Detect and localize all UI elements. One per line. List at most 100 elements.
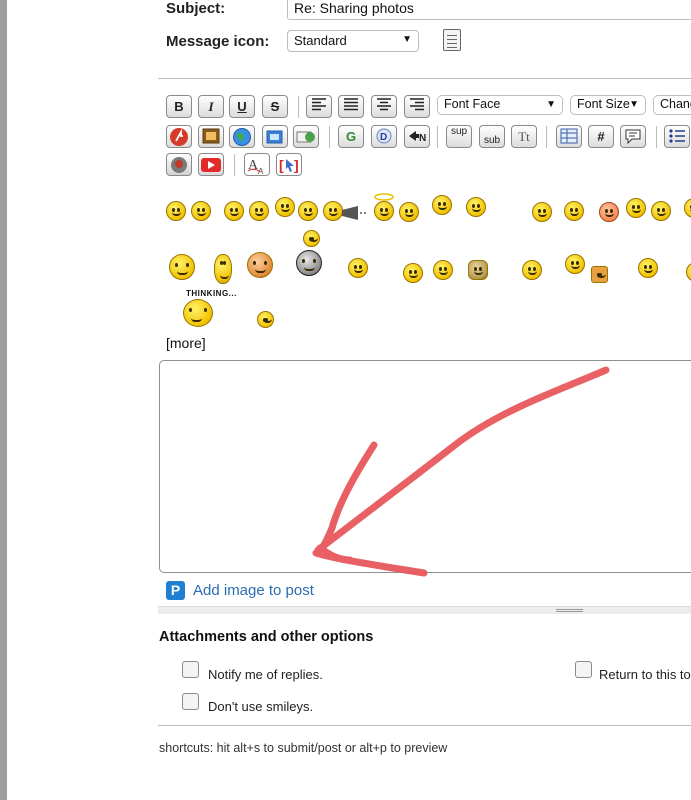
mug-emoji-icon[interactable]	[591, 266, 608, 283]
align-justify-button[interactable]	[338, 95, 364, 118]
code-button[interactable]: #	[588, 125, 614, 148]
clap-emoji-icon[interactable]	[468, 260, 488, 280]
driver-emoji-icon[interactable]	[296, 250, 322, 276]
align-right-button[interactable]	[404, 95, 430, 118]
dropdown-arrow-icon: ▼	[629, 99, 639, 110]
blush-emoji-icon[interactable]	[599, 202, 619, 222]
quote-button[interactable]	[620, 125, 646, 148]
girl-emoji-icon[interactable]	[247, 252, 273, 278]
align-right-icon	[410, 98, 424, 111]
table-button[interactable]	[556, 125, 582, 148]
shortcuts-hint: shortcuts: hit alt+s to submit/post or a…	[159, 741, 448, 755]
subscript-button[interactable]: sub	[479, 125, 505, 148]
message-icon-select[interactable]: Standard ▼	[287, 30, 419, 52]
shocked-emoji-icon[interactable]	[399, 202, 419, 222]
partial-emoji-icon[interactable]	[686, 262, 691, 282]
spellcheck-button[interactable]: AA	[244, 153, 270, 176]
list-button[interactable]	[664, 125, 690, 148]
flash-button[interactable]	[166, 125, 192, 148]
running-emoji-icon[interactable]	[433, 260, 453, 280]
no-smileys-label: Don't use smileys.	[208, 699, 314, 714]
youtube-button[interactable]	[198, 153, 224, 176]
smile-emoji-icon[interactable]	[166, 201, 186, 221]
clown-emoji-icon[interactable]	[626, 198, 646, 218]
toolbar-separator	[656, 126, 657, 148]
attachments-title: Attachments and other options	[159, 629, 374, 645]
font-face-select[interactable]: Font Face ▼	[437, 95, 563, 115]
media-button[interactable]	[262, 125, 288, 148]
align-left-button[interactable]	[306, 95, 332, 118]
dancing-emoji-icon[interactable]	[638, 258, 658, 278]
tongue-emoji-icon[interactable]	[466, 197, 486, 217]
image-icon	[202, 128, 220, 144]
flash-icon	[170, 128, 188, 146]
wiki-button[interactable]: D	[371, 125, 397, 148]
avatar-icon	[171, 157, 187, 173]
document-icon	[443, 29, 461, 51]
return-label: Return to this top	[599, 667, 691, 682]
flowers-emoji-icon[interactable]	[522, 260, 542, 280]
worried-emoji-icon[interactable]	[432, 195, 452, 215]
align-center-button[interactable]	[371, 95, 397, 118]
google-button[interactable]: G	[338, 125, 364, 148]
svg-text:D: D	[380, 132, 387, 143]
thinking-emoji-icon[interactable]	[183, 299, 213, 327]
grin-emoji-icon[interactable]	[249, 201, 269, 221]
subject-label: Subject:	[166, 0, 226, 17]
email-button[interactable]	[293, 125, 319, 148]
help-button[interactable]: []	[276, 153, 302, 176]
happy-emoji-icon[interactable]	[224, 201, 244, 221]
image-button[interactable]	[198, 125, 224, 148]
font-size-select[interactable]: Font Size ▼	[570, 95, 646, 115]
dropdown-arrow-icon: ▼	[402, 34, 412, 45]
message-icon-label: Message icon:	[166, 33, 270, 50]
subject-input[interactable]: Re: Sharing photos	[287, 0, 691, 20]
laugh-emoji-icon[interactable]	[275, 197, 295, 217]
add-image-link[interactable]: P Add image to post	[166, 580, 314, 600]
divider	[158, 78, 691, 79]
toolbar-separator	[234, 154, 235, 176]
teletype-button[interactable]: Tt	[511, 125, 537, 148]
youtube-icon	[201, 158, 221, 172]
confused-emoji-icon[interactable]	[532, 202, 552, 222]
svg-text:[: [	[279, 157, 284, 173]
toolbar-separator	[546, 126, 547, 148]
editor-resize-handle[interactable]	[158, 606, 691, 614]
avatar-button[interactable]	[166, 153, 192, 176]
arrow-left-icon: N	[409, 131, 426, 144]
more-smilies-link[interactable]: [more]	[166, 335, 206, 351]
indent-button[interactable]: N	[404, 125, 430, 148]
globe-icon	[233, 128, 251, 146]
italic-button[interactable]: I	[198, 95, 224, 118]
message-textarea[interactable]	[159, 360, 691, 573]
email-icon	[296, 131, 315, 143]
angel-emoji-icon[interactable]	[374, 201, 394, 221]
web-link-button[interactable]	[229, 125, 255, 148]
thinking-label: THINKING...	[186, 289, 237, 298]
sigh-emoji-icon[interactable]	[403, 263, 423, 283]
return-checkbox[interactable]	[575, 661, 592, 678]
eating-emoji-icon[interactable]	[564, 201, 584, 221]
bold-button[interactable]: B	[166, 95, 192, 118]
thumbs-up-emoji-icon[interactable]	[191, 201, 211, 221]
align-justify-icon	[344, 98, 358, 111]
strikethrough-button[interactable]: S	[262, 95, 288, 118]
table-icon	[560, 128, 578, 144]
notify-checkbox[interactable]	[182, 661, 199, 678]
superscript-button[interactable]: sup	[446, 125, 472, 148]
unsure-emoji-icon[interactable]	[348, 258, 368, 278]
dropdown-arrow-icon: ▼	[546, 99, 556, 110]
teeth-emoji-icon[interactable]	[298, 201, 318, 221]
banana-emoji-icon[interactable]	[214, 254, 232, 284]
underline-button[interactable]: U	[229, 95, 255, 118]
svg-text:N: N	[419, 133, 426, 143]
driver-face-emoji-icon[interactable]	[303, 230, 320, 247]
font-color-select[interactable]: Chang	[653, 95, 691, 115]
no-smileys-checkbox[interactable]	[182, 693, 199, 710]
drinking-emoji-icon[interactable]	[565, 254, 585, 274]
small-smile-emoji-icon[interactable]	[257, 311, 274, 328]
toolbar-separator	[298, 96, 299, 118]
partial-emoji-icon[interactable]	[684, 198, 691, 218]
sad-emoji-icon[interactable]	[651, 201, 671, 221]
crying-emoji-icon[interactable]	[169, 254, 195, 280]
